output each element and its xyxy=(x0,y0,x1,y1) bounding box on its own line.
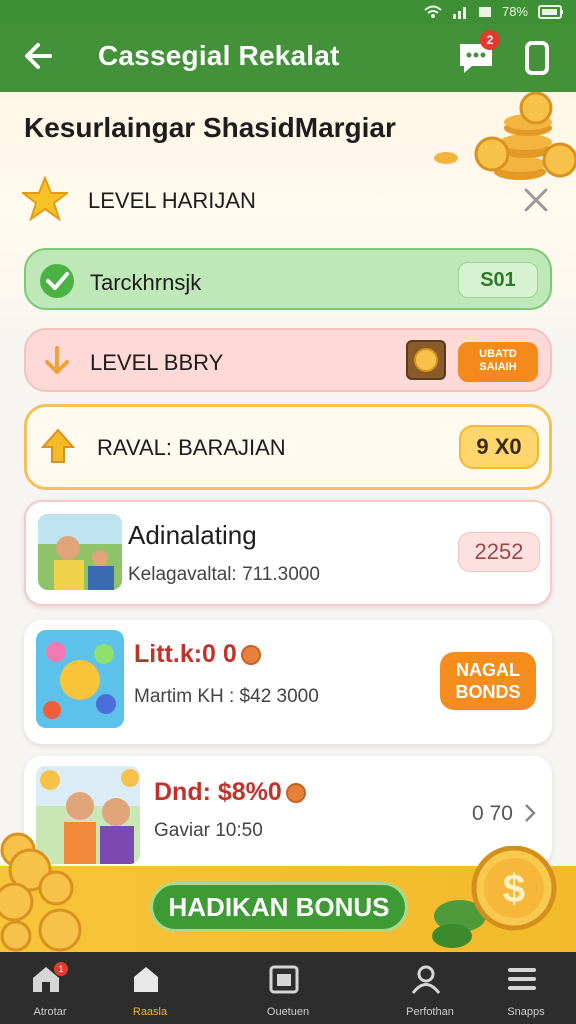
chat-badge: 2 xyxy=(480,30,500,50)
dollar-coin-icon: $ xyxy=(432,846,557,948)
task-row-completed[interactable]: Tarckhrnsjk S01 xyxy=(24,248,552,310)
game-subtitle: Martim KH : $42 3000 xyxy=(134,686,319,707)
menu-icon xyxy=(508,968,536,990)
bonus-button[interactable]: NAGAL BONDS xyxy=(440,652,536,710)
multiplier-badge[interactable]: 9 X0 xyxy=(459,425,539,469)
battery-full-icon xyxy=(538,4,563,19)
battery-icon xyxy=(478,6,491,17)
house-icon xyxy=(134,967,158,992)
app-bar: Cassegial Rekalat 2 xyxy=(0,24,576,92)
nav-item-raasla[interactable]: Raasla xyxy=(100,952,200,1024)
coin-icon xyxy=(285,783,306,804)
nav-label: Snapps xyxy=(507,1006,545,1018)
offer-subtitle: Kelagavaltal: 711.3000 xyxy=(128,564,320,585)
chevron-right-icon[interactable] xyxy=(522,802,538,824)
game-thumbnail xyxy=(36,630,124,728)
reward-title-text: Dnd: $8%0 xyxy=(154,778,282,806)
status-bar: 78% xyxy=(0,0,576,24)
down-arrow-icon xyxy=(45,346,69,374)
task-label: Tarckhrnsjk xyxy=(90,270,202,295)
svg-text:$: $ xyxy=(503,867,525,911)
chest-icon xyxy=(406,340,446,380)
coin-stack-icon xyxy=(0,832,82,952)
task-row-level[interactable]: LEVEL BBRY UBATD SAIAIH xyxy=(24,328,552,392)
bonus-line2: BONDS xyxy=(455,682,521,702)
nav-badge: 1 xyxy=(54,962,68,976)
app-title: Cassegial Rekalat xyxy=(98,40,340,71)
calendar-icon xyxy=(269,965,299,994)
page-title: Kesurlaingar ShasidMargiar xyxy=(24,112,396,143)
bottom-nav: 1 Atrotar Raasla Ouetuen Perfothan Snapp… xyxy=(0,952,576,1024)
get-bonus-button[interactable]: HADIKAN BONUS xyxy=(150,882,408,932)
coin-icon xyxy=(240,645,261,666)
bonus-line1: NAGAL xyxy=(456,660,520,680)
signal-icon xyxy=(452,6,466,19)
close-icon[interactable] xyxy=(522,186,550,214)
back-arrow-icon[interactable] xyxy=(20,38,56,74)
nav-label: Atrotar xyxy=(33,1006,67,1018)
nav-item-home[interactable]: 1 Atrotar xyxy=(0,952,100,1024)
reward-title: Dnd: $8%0 xyxy=(154,778,306,807)
game-title: Litt.k:0 0 xyxy=(134,640,261,669)
device-icon[interactable] xyxy=(522,40,552,76)
game-card[interactable]: Litt.k:0 0 Martim KH : $42 3000 NAGAL BO… xyxy=(24,620,552,744)
profile-icon xyxy=(411,965,441,994)
reward-value: 0 70 xyxy=(472,802,513,825)
up-arrow-icon xyxy=(40,428,76,463)
wifi-icon xyxy=(424,5,442,18)
offer-thumbnail xyxy=(38,514,122,590)
nav-item-ouetuen[interactable]: Ouetuen xyxy=(238,952,338,1024)
reward-label: RAVAL: BARAJIAN xyxy=(97,435,286,460)
nav-item-snapps[interactable]: Snapps xyxy=(476,952,576,1024)
task-row-reward[interactable]: RAVAL: BARAJIAN 9 X0 xyxy=(24,404,552,490)
battery-text: 78% xyxy=(501,4,528,19)
task-badge: S01 xyxy=(458,262,538,298)
nav-label: Ouetuen xyxy=(266,1006,310,1018)
claim-line2: SAIAIH xyxy=(479,361,517,373)
level-bbry-label: LEVEL BBRY xyxy=(90,350,224,375)
game-title-text: Litt.k:0 0 xyxy=(134,640,237,668)
checkmark-icon xyxy=(40,264,74,298)
claim-button[interactable]: UBATD SAIAIH xyxy=(458,342,538,382)
nav-item-profile[interactable]: Perfothan xyxy=(380,952,480,1024)
level-label: LEVEL HARIJAN xyxy=(88,188,256,213)
nav-label: Raasla xyxy=(132,1006,168,1018)
reward-subtitle: Gaviar 10:50 xyxy=(154,820,263,841)
nav-label: Perfothan xyxy=(406,1006,454,1018)
offer-value: 2252 xyxy=(458,532,540,572)
offer-title: Adinalating xyxy=(128,520,257,550)
offer-card[interactable]: Adinalating Kelagavaltal: 711.3000 2252 xyxy=(24,500,552,606)
level-header: LEVEL HARIJAN xyxy=(22,176,562,228)
claim-line1: UBATD xyxy=(479,348,517,360)
star-icon xyxy=(22,176,68,222)
